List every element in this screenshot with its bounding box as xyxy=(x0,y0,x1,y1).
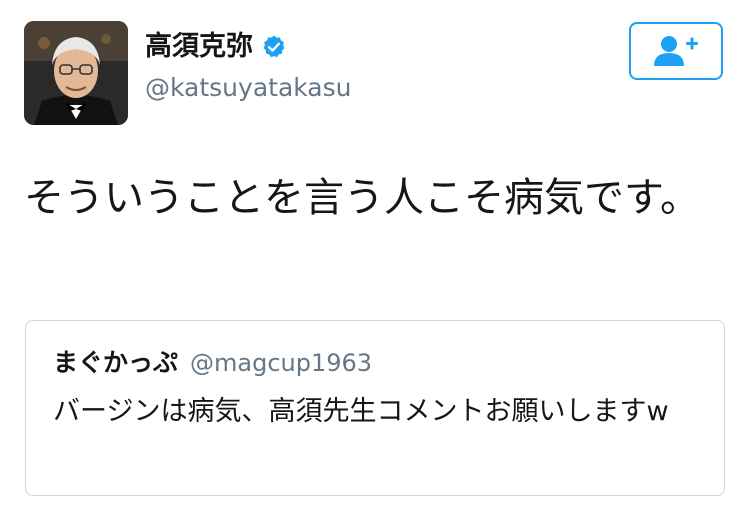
quoted-tweet-card[interactable]: まぐかっぷ @magcup1963 バージンは病気、高須先生コメントお願いします… xyxy=(25,320,725,496)
follow-button[interactable] xyxy=(629,22,723,80)
quoted-tweet-text: バージンは病気、高須先生コメントお願いしますw xyxy=(53,396,669,427)
add-user-icon xyxy=(654,36,698,66)
quoted-handle: @magcup1963 xyxy=(190,349,373,377)
author-handle[interactable]: @katsuyatakasu xyxy=(145,72,352,104)
verified-badge-icon xyxy=(261,34,287,60)
author-display-name[interactable]: 高須克弥 xyxy=(145,30,253,64)
quoted-tweet-header: まぐかっぷ @magcup1963 xyxy=(53,343,372,379)
profile-photo-image xyxy=(24,21,128,125)
avatar[interactable] xyxy=(24,21,128,125)
author-name-row: 高須克弥 xyxy=(145,30,287,64)
quoted-display-name: まぐかっぷ xyxy=(53,348,179,377)
tweet-text: そういうことを言う人こそ病気です。 xyxy=(24,175,700,221)
